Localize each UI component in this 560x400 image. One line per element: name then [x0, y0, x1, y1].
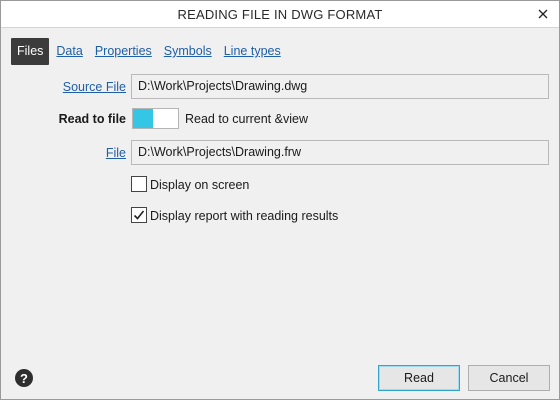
display-on-screen-checkbox[interactable] — [131, 176, 147, 192]
close-icon — [538, 9, 548, 19]
read-button[interactable]: Read — [378, 365, 460, 391]
file-link[interactable]: File — [6, 146, 126, 160]
window-title: READING FILE IN DWG FORMAT — [177, 7, 383, 22]
tab-line-types[interactable]: Line types — [224, 38, 281, 65]
tab-files[interactable]: Files — [11, 38, 50, 65]
read-to-file-toggle[interactable] — [132, 108, 179, 129]
close-button[interactable] — [533, 4, 553, 24]
display-on-screen-label: Display on screen — [150, 178, 250, 192]
file-field[interactable]: D:\Work\Projects\Drawing.frw — [131, 140, 549, 165]
dialog-window: READING FILE IN DWG FORMAT Files Data Pr… — [0, 0, 560, 400]
toggle-on-indicator — [133, 109, 153, 128]
tab-properties[interactable]: Properties — [95, 38, 152, 65]
tab-data[interactable]: Data — [56, 38, 82, 65]
title-bar: READING FILE IN DWG FORMAT — [1, 1, 559, 28]
read-to-current-view-text: Read to current &view — [185, 112, 308, 126]
help-icon[interactable]: ? — [15, 369, 33, 387]
cancel-button[interactable]: Cancel — [468, 365, 550, 391]
display-report-label: Display report with reading results — [150, 209, 339, 223]
tab-bar: Files Data Properties Symbols Line types — [11, 38, 293, 65]
source-file-link[interactable]: Source File — [6, 80, 126, 94]
tab-symbols[interactable]: Symbols — [164, 38, 212, 65]
read-to-file-label: Read to file — [58, 112, 126, 126]
display-report-checkbox[interactable] — [131, 207, 147, 223]
source-file-field[interactable]: D:\Work\Projects\Drawing.dwg — [131, 74, 549, 99]
checkmark-icon — [133, 210, 145, 220]
